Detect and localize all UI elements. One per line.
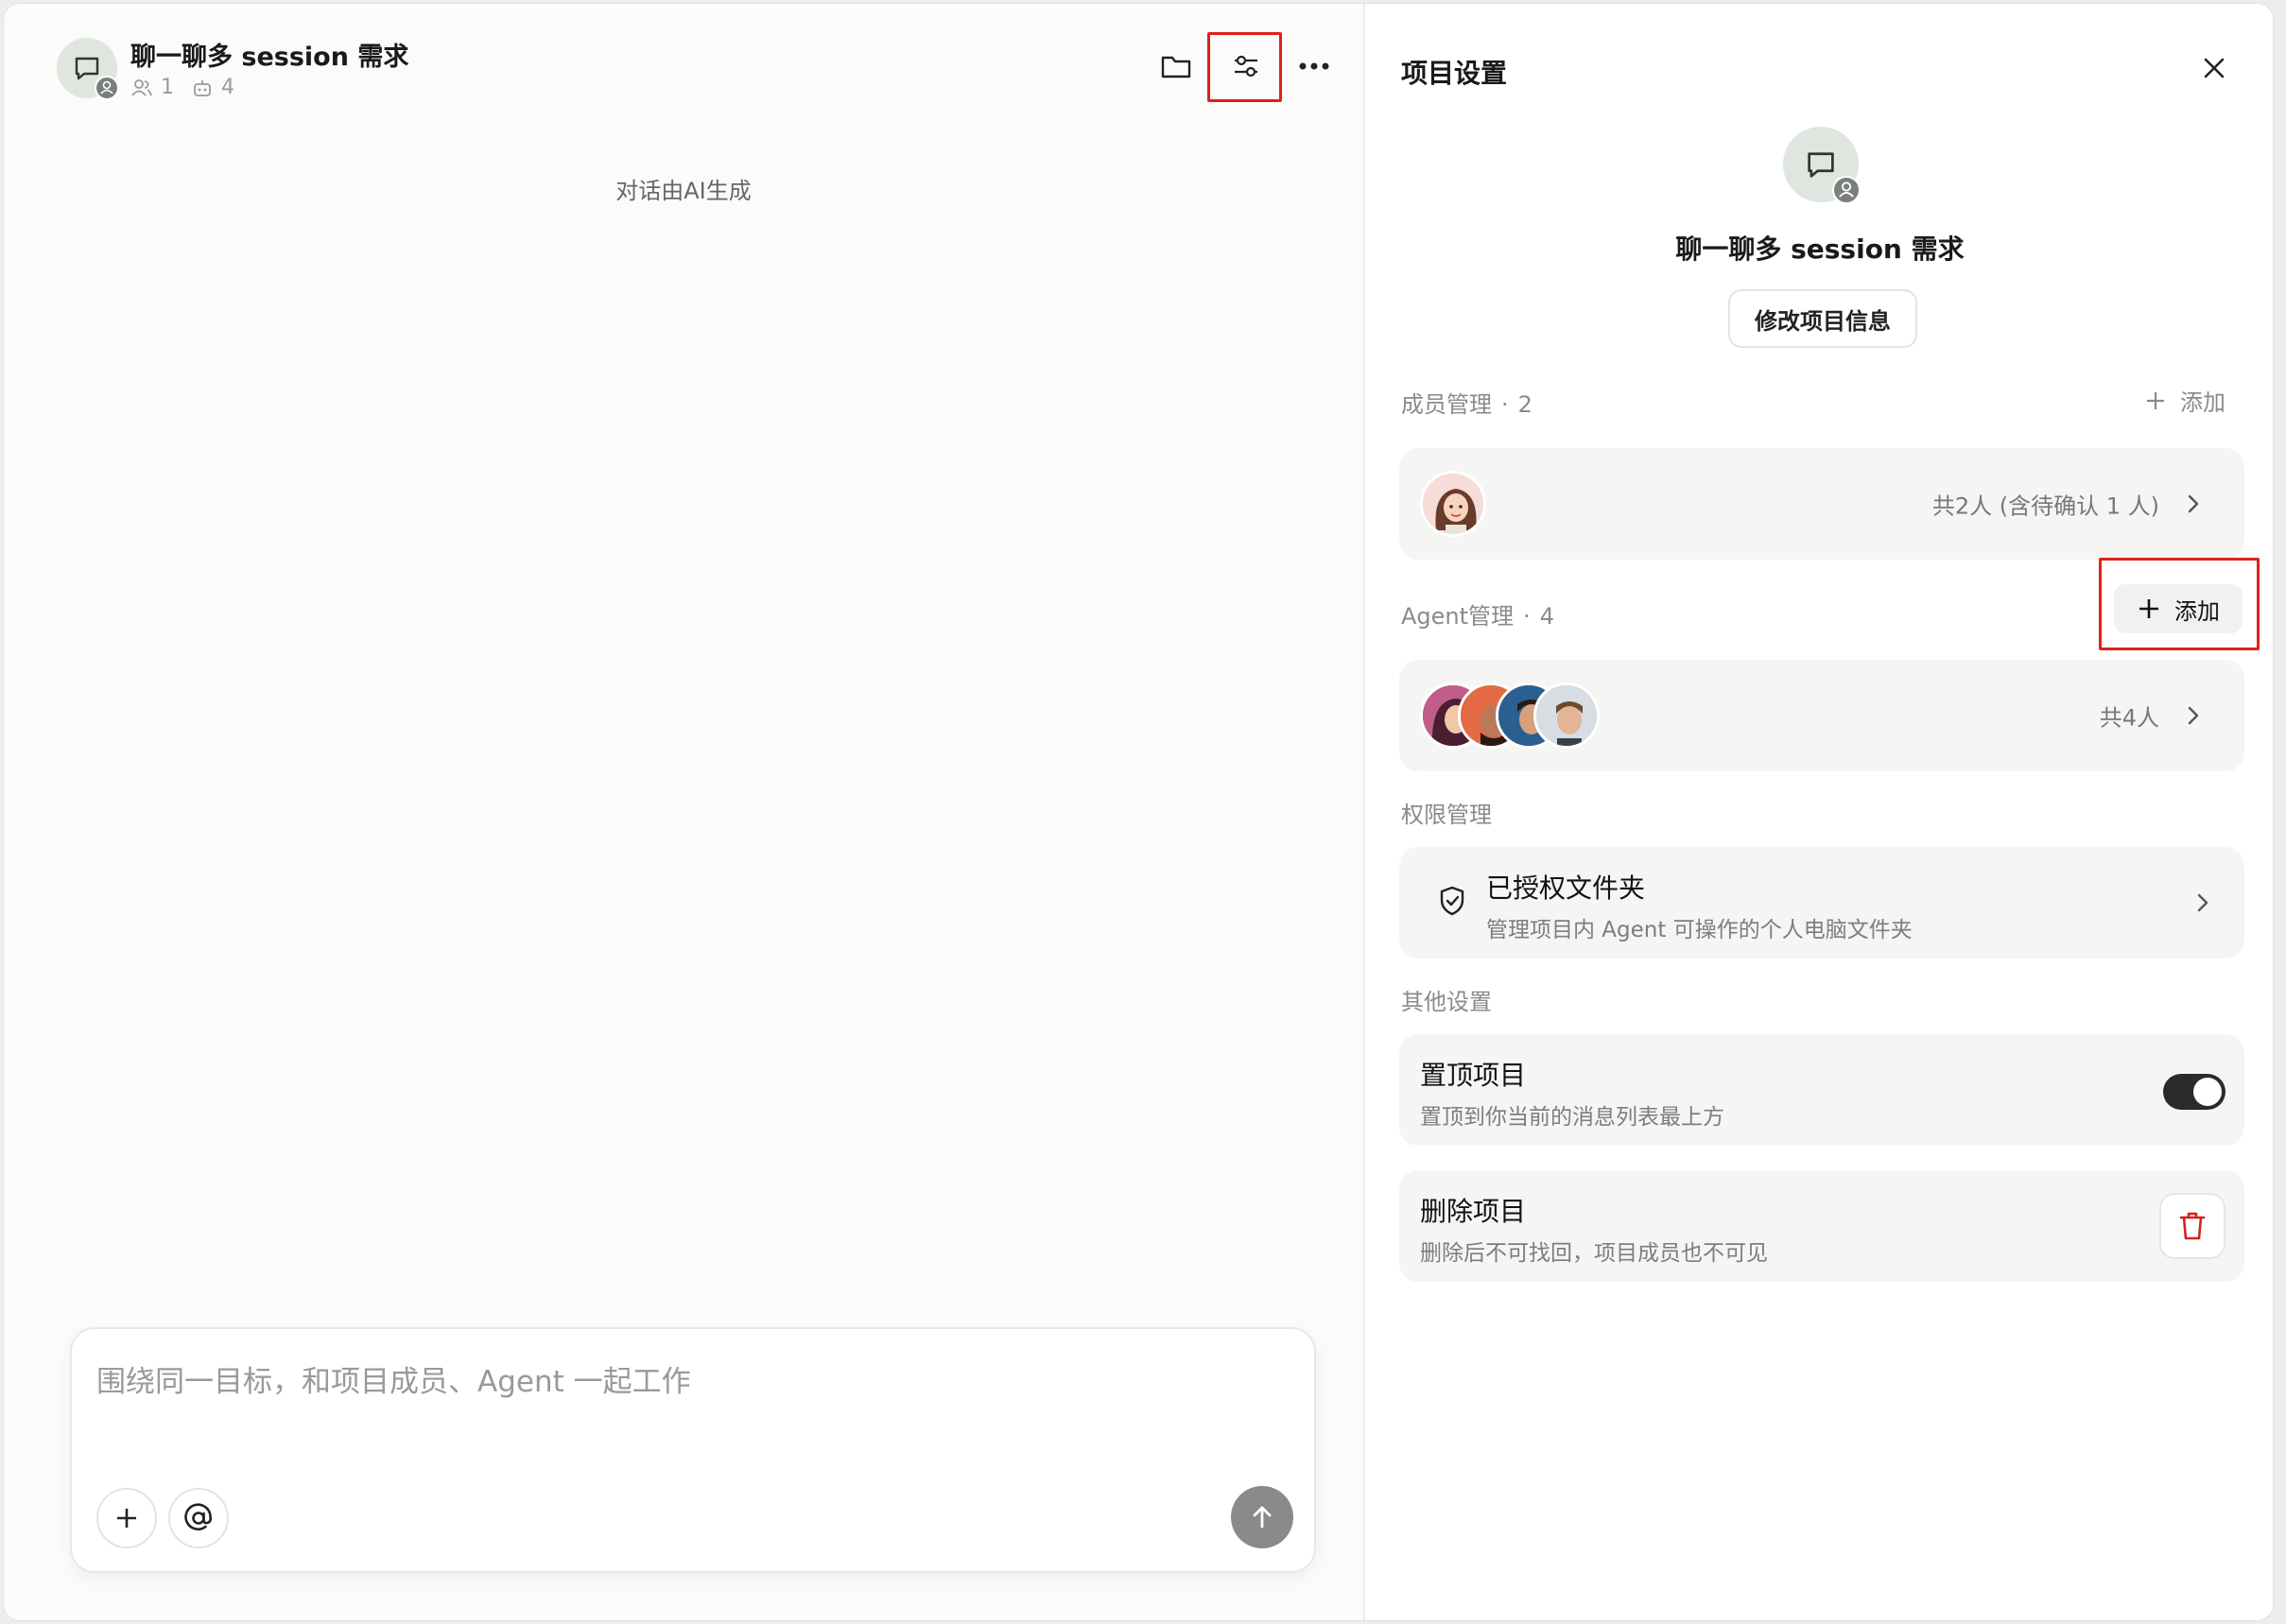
member-badge-icon: [1832, 176, 1861, 204]
shield-check-icon: [1440, 886, 1464, 916]
add-member-button[interactable]: 添加: [2144, 384, 2225, 417]
pin-project-toggle[interactable]: [2163, 1074, 2225, 1110]
trash-icon: [2179, 1212, 2206, 1240]
settings-project-name: 聊一聊多 session 需求: [1675, 233, 1965, 265]
add-agent-highlight-box: [2099, 558, 2260, 650]
other-settings-section-label: 其他设置: [1401, 989, 1492, 1015]
plus-icon: [117, 1509, 136, 1528]
members-label: 成员管理: [1401, 391, 1492, 418]
chat-header: 聊一聊多 session 需求 1 4: [4, 4, 1363, 117]
toggle-knob: [2193, 1078, 2222, 1106]
plus-icon: [2147, 391, 2164, 409]
pin-project-desc: 置顶到你当前的消息列表最上方: [1420, 1105, 1724, 1130]
chat-title: 聊一聊多 session 需求: [130, 43, 409, 72]
chevron-right-icon: [2188, 706, 2199, 725]
chat-bubble-icon: [1808, 152, 1834, 178]
delete-project-desc: 删除后不可找回，项目成员也不可见: [1420, 1241, 1768, 1266]
agents-summary: 共4人: [2099, 704, 2159, 732]
pin-project-title: 置顶项目: [1420, 1060, 1527, 1091]
edit-project-button[interactable]: 修改项目信息: [1728, 289, 1917, 348]
delete-project-title: 删除项目: [1420, 1196, 1527, 1227]
authorized-folders-card[interactable]: 已授权文件夹 管理项目内 Agent 可操作的个人电脑文件夹: [1399, 847, 2244, 959]
settings-project-avatar: [1783, 127, 1861, 204]
agent-avatar-icon: [1536, 685, 1597, 746]
member-avatar: [1420, 471, 1486, 537]
project-avatar: [57, 38, 119, 100]
agents-section-label: Agent管理 · 4: [1401, 603, 1554, 630]
attach-button[interactable]: [96, 1488, 157, 1548]
ai-generated-note: 对话由AI生成: [615, 178, 752, 204]
settings-highlight-box: [1207, 32, 1282, 102]
members-section-label: 成员管理 · 2: [1401, 391, 1533, 418]
project-settings-panel: 项目设置 聊一聊多 session 需求 修改项目信息 成员管理 · 2 添加 …: [1367, 4, 2273, 1620]
woman-avatar-icon: [1423, 474, 1483, 534]
message-input[interactable]: [96, 1365, 1231, 1399]
authorized-folders-title: 已授权文件夹: [1486, 872, 1646, 904]
arrow-up-icon: [1253, 1506, 1272, 1529]
member-badge-icon: [95, 76, 119, 100]
members-summary: 共2人 (含待确认 1 人): [1931, 492, 2159, 520]
app-window: 聊一聊多 session 需求 1 4 对话由AI生成 围绕同一目标，和项目成员…: [3, 3, 2274, 1621]
chevron-right-icon: [2197, 893, 2208, 912]
agents-card[interactable]: 共4人: [1399, 660, 2244, 771]
settings-title: 项目设置: [1401, 58, 1508, 89]
chevron-right-icon: [2188, 494, 2199, 513]
agent-avatar-4: [1533, 682, 1600, 749]
chat-meta: 1 4: [130, 76, 244, 99]
more-dots-icon: [1299, 62, 1329, 70]
delete-project-button[interactable]: [2159, 1193, 2225, 1259]
at-sign-icon: [184, 1503, 212, 1531]
pin-project-card: 置顶项目 置顶到你当前的消息列表最上方: [1399, 1034, 2244, 1146]
member-count: 1: [161, 76, 174, 99]
close-button[interactable]: [2197, 51, 2231, 85]
agent-count: 4: [221, 76, 234, 99]
delete-project-card: 删除项目 删除后不可找回，项目成员也不可见: [1399, 1170, 2244, 1282]
permissions-section-label: 权限管理: [1401, 802, 1492, 828]
authorized-folders-desc: 管理项目内 Agent 可操作的个人电脑文件夹: [1486, 918, 1913, 942]
add-member-label: 添加: [2180, 389, 2225, 416]
send-button[interactable]: [1231, 1486, 1293, 1548]
members-icon: [131, 78, 152, 96]
robot-icon: [194, 79, 211, 96]
chat-pane: 聊一聊多 session 需求 1 4 对话由AI生成 围绕同一目标，和项目成员…: [4, 4, 1365, 1620]
message-composer: [70, 1327, 1316, 1573]
members-card[interactable]: 共2人 (含待确认 1 人): [1399, 448, 2244, 560]
mention-button[interactable]: [168, 1488, 229, 1548]
agents-label: Agent管理: [1401, 603, 1515, 630]
more-options-button[interactable]: [1293, 45, 1335, 87]
folder-icon: [1161, 56, 1191, 78]
members-count: 2: [1517, 391, 1533, 418]
folder-button[interactable]: [1155, 45, 1197, 87]
agents-count: 4: [1539, 603, 1554, 630]
close-icon: [2204, 58, 2225, 78]
